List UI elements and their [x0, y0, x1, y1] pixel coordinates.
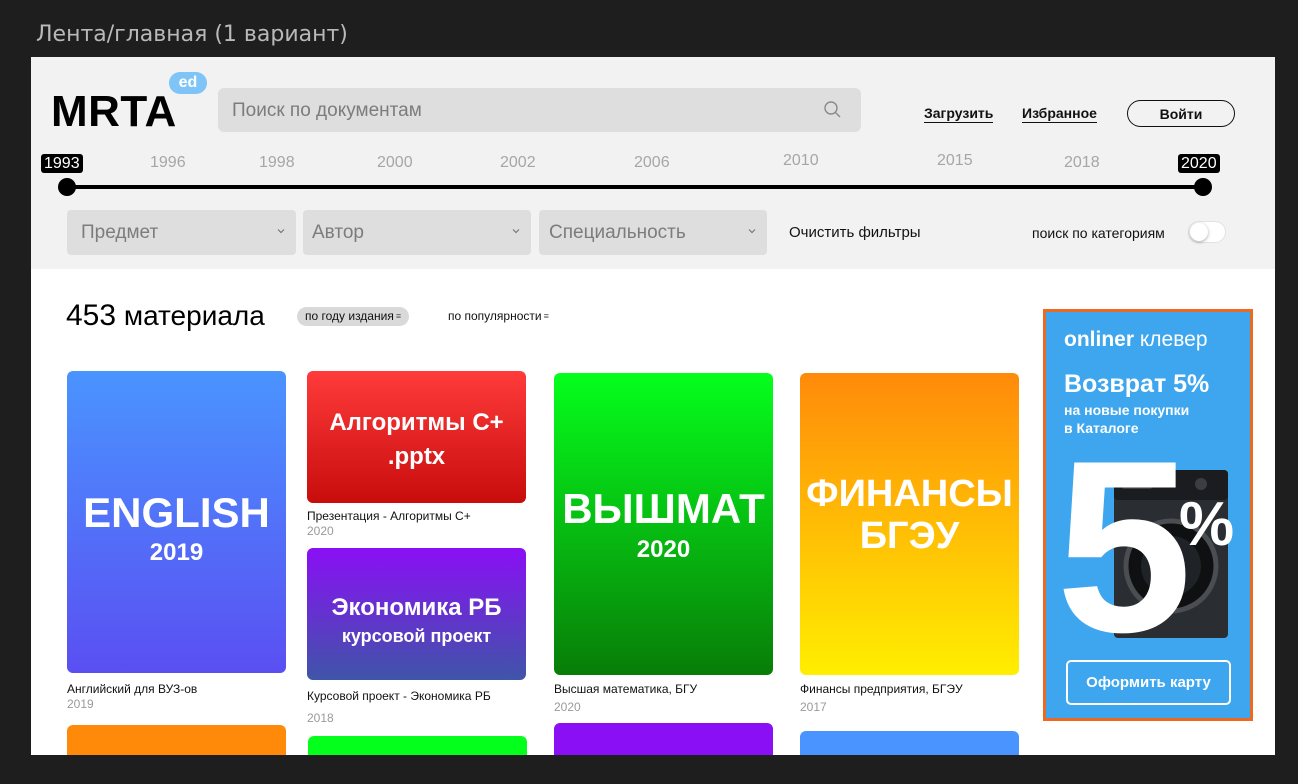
author-select[interactable]: Автор — [303, 210, 531, 255]
card-caption[interactable]: Английский для ВУЗ-ов — [67, 682, 197, 696]
material-card[interactable] — [67, 725, 286, 755]
timeline-year[interactable]: 2018 — [1064, 154, 1100, 172]
material-card[interactable]: ВЫШМАТ 2020 — [554, 373, 773, 675]
card-caption[interactable]: Финансы предприятия, БГЭУ — [800, 682, 963, 696]
material-card[interactable]: Алгоритмы С+ .pptx — [307, 371, 526, 503]
card-cover-title: ФИНАНСЫ — [806, 473, 1013, 515]
logo[interactable]: MRTA — [51, 87, 177, 137]
sort-icon: ≡ — [395, 311, 402, 321]
search-placeholder: Поиск по документам — [232, 100, 422, 121]
card-year: 2018 — [307, 711, 334, 725]
chevron-down-icon — [748, 229, 756, 234]
author-select-label: Автор — [312, 222, 364, 243]
logo-badge: ed — [169, 72, 207, 94]
specialty-select[interactable]: Специальность — [539, 210, 767, 255]
timeline-year[interactable]: 2010 — [783, 152, 819, 170]
page-frame: MRTA ed Поиск по документам Загрузить Из… — [31, 57, 1275, 755]
card-cover-title: Алгоритмы С+ — [329, 409, 504, 436]
card-cover-subtitle: 2019 — [149, 539, 204, 566]
card-cover-title: Экономика РБ — [331, 594, 502, 621]
timeline-year[interactable]: 2015 — [937, 152, 973, 170]
ad-brand-suffix: клевер — [1139, 328, 1208, 351]
timeline-start-handle[interactable] — [58, 178, 76, 196]
favorites-link[interactable]: Избранное — [1022, 105, 1097, 123]
ad-brand-name: onliner — [1064, 328, 1135, 351]
card-cover-title: ENGLISH — [83, 489, 270, 536]
ad-cta-button[interactable]: Оформить карту — [1066, 660, 1231, 705]
upload-link[interactable]: Загрузить — [924, 105, 994, 123]
timeline-year[interactable]: 1996 — [150, 154, 186, 172]
ad-banner[interactable]: onliner клевер Возврат 5% на новые покуп… — [1043, 309, 1253, 721]
sort-by-year-label: по году издания — [305, 309, 394, 323]
timeline-year[interactable]: 2006 — [634, 154, 670, 172]
card-year: 2017 — [800, 700, 827, 714]
sort-by-popularity-button[interactable]: по популярности ≡ — [448, 307, 549, 326]
material-card[interactable] — [800, 731, 1019, 755]
card-cover-title: ВЫШМАТ — [562, 485, 765, 532]
frame-title: Лента/главная (1 вариант) — [36, 22, 348, 47]
results-count-label: материала — [123, 300, 265, 331]
ad-headline: Возврат 5% — [1064, 370, 1210, 398]
timeline-year[interactable]: 1998 — [259, 154, 295, 172]
timeline-year[interactable]: 2002 — [500, 154, 536, 172]
clear-filters-button[interactable]: Очистить фильтры — [789, 224, 921, 241]
timeline-end-handle[interactable] — [1194, 178, 1212, 196]
card-year: 2020 — [554, 700, 581, 714]
timeline-track[interactable] — [67, 185, 1203, 189]
card-caption[interactable]: Презентация - Алгоритмы С+ — [307, 509, 471, 523]
sort-icon: ≡ — [543, 311, 549, 321]
search-input[interactable]: Поиск по документам — [218, 88, 861, 132]
material-card[interactable] — [308, 736, 527, 755]
category-search-label: поиск по категориям — [1032, 225, 1165, 241]
material-card[interactable]: Экономика РБ курсовой проект — [307, 548, 526, 680]
ad-big-number: 5 — [1056, 409, 1192, 683]
timeline-year-end: 2020 — [1178, 154, 1220, 173]
sort-by-popularity-label: по популярности — [448, 309, 542, 323]
timeline-year[interactable]: 2000 — [377, 154, 413, 172]
material-card[interactable] — [554, 723, 773, 755]
results-count: 453 материала — [66, 299, 265, 333]
login-button[interactable]: Войти — [1127, 100, 1235, 127]
card-cover-subtitle: БГЭУ — [859, 515, 960, 557]
subject-select[interactable]: Предмет — [67, 210, 296, 255]
material-card[interactable]: ФИНАНСЫ БГЭУ — [800, 373, 1019, 675]
ad-percent: % — [1179, 490, 1235, 559]
category-search-toggle[interactable] — [1188, 221, 1226, 243]
card-caption[interactable]: Высшая математика, БГУ — [554, 682, 697, 696]
sort-by-year-button[interactable]: по году издания ≡ — [297, 307, 410, 326]
subject-select-label: Предмет — [81, 222, 159, 243]
ad-brand: onliner клевер — [1064, 328, 1208, 352]
timeline-year-start: 1993 — [41, 154, 83, 173]
card-cover-subtitle: .pptx — [387, 443, 446, 470]
card-year: 2020 — [307, 524, 334, 538]
chevron-down-icon — [277, 229, 285, 234]
card-year: 2019 — [67, 697, 94, 711]
card-cover-subtitle: 2020 — [636, 536, 691, 563]
chevron-down-icon — [512, 229, 520, 234]
specialty-select-label: Специальность — [549, 222, 686, 243]
card-cover-subtitle: курсовой проект — [341, 626, 492, 646]
card-caption[interactable]: Курсовой проект - Экономика РБ — [307, 689, 491, 703]
toggle-knob — [1190, 223, 1208, 241]
search-icon[interactable] — [823, 100, 843, 120]
material-card[interactable]: ENGLISH 2019 — [67, 371, 286, 673]
results-count-number: 453 — [66, 299, 117, 332]
